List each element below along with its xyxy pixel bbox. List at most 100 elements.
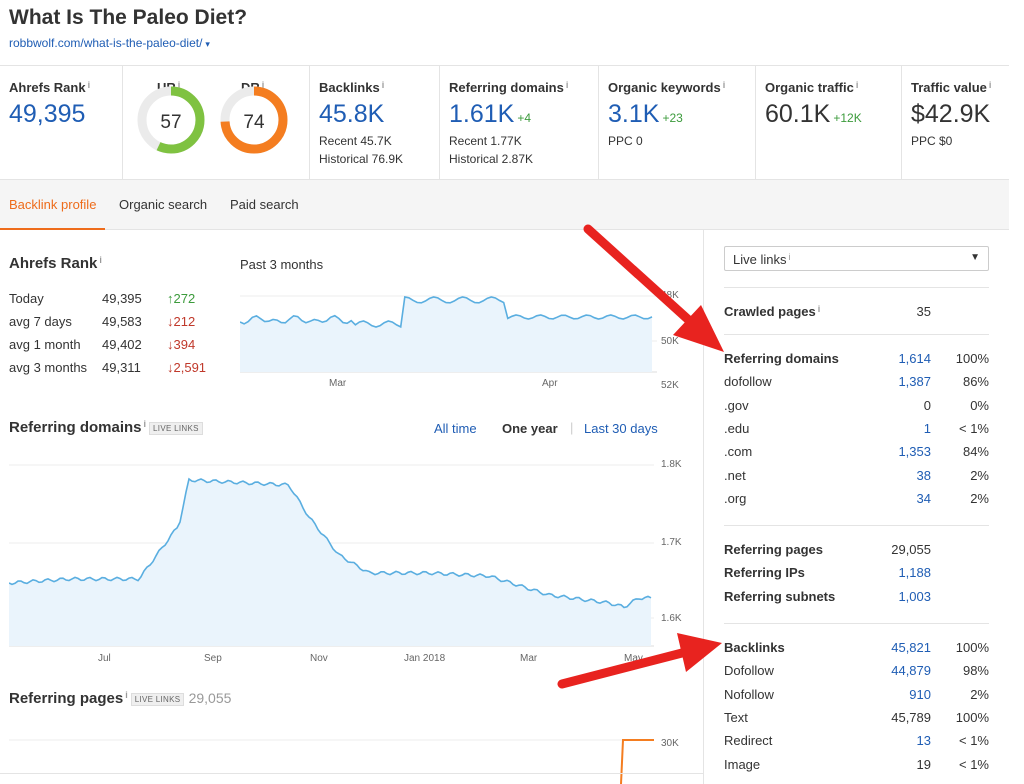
stat-value[interactable]: 910	[909, 687, 931, 702]
live-links-select[interactable]: Live links i ▼	[724, 246, 989, 271]
metrics-bar: Ahrefs Rank i 49,395 UR i DR i 57 74 Backli…	[0, 65, 1009, 180]
metric-referring-domains: Referring domains i 1.61K +4 Recent 1.77K …	[440, 66, 599, 179]
rank-row-7days: avg 7 days 49,583 ↓212	[9, 314, 229, 329]
rank-row-value: 49,395	[102, 291, 142, 306]
stat-row: Redirect 13 < 1%	[724, 733, 989, 751]
info-icon[interactable]: i	[88, 80, 91, 90]
stat-value[interactable]: 45,821	[891, 640, 931, 655]
referring-domains-area	[9, 479, 651, 646]
live-links-badge: LIVE LINKS	[149, 421, 203, 435]
info-icon[interactable]: i	[856, 80, 859, 90]
ahrefs-y-tick: 52K	[661, 380, 679, 391]
stat-value[interactable]: 1,003	[898, 589, 931, 604]
referring-domains-chart	[9, 464, 654, 647]
stat-percent: 84%	[962, 444, 989, 460]
backlinks-value[interactable]: 45.8K	[319, 100, 384, 129]
stat-row: Referring pages 29,055	[724, 542, 989, 560]
stat-value[interactable]: 38	[917, 468, 931, 483]
stat-percent: 2%	[970, 467, 989, 483]
rank-row-value: 49,583	[102, 314, 142, 329]
stat-value[interactable]: 13	[917, 733, 931, 748]
url-text[interactable]: robbwolf.com/what-is-the-paleo-diet/	[9, 36, 202, 50]
stat-row: dofollow 1,387 86%	[724, 374, 989, 392]
info-icon[interactable]: i	[989, 80, 992, 90]
organic-keywords-ppc: PPC 0	[608, 134, 643, 148]
rank-row-3months: avg 3 months 49,311 ↓2,591	[9, 360, 229, 375]
stat-label: Text	[724, 709, 748, 725]
stat-label: dofollow	[724, 374, 772, 390]
rank-row-label: avg 3 months	[9, 360, 88, 375]
rp-y-tick: 30K	[661, 738, 679, 749]
rd-x-tick: Jul	[98, 653, 111, 664]
metric-ur-dr: UR i DR i 57 74	[123, 66, 310, 179]
range-all-time[interactable]: All time	[434, 421, 477, 436]
stat-value[interactable]: 1	[924, 421, 931, 436]
stat-row: .gov 0 0%	[724, 398, 989, 416]
bottom-divider	[0, 773, 703, 774]
info-icon[interactable]: i	[382, 80, 385, 90]
rank-row-label: Today	[9, 291, 44, 306]
live-links-badge: LIVE LINKS	[130, 692, 185, 706]
rd-y-tick: 1.7K	[661, 537, 682, 548]
page-url[interactable]: robbwolf.com/what-is-the-paleo-diet/▾	[9, 36, 210, 50]
rank-row-delta: ↑272	[167, 291, 196, 306]
rd-y-tick: 1.8K	[661, 459, 682, 470]
range-one-year[interactable]: One year	[502, 421, 558, 436]
referring-domains-historical: Historical 2.87K	[449, 152, 534, 166]
metric-label: Referring domains i	[449, 80, 569, 95]
range-last-30-days[interactable]: Last 30 days	[584, 421, 658, 436]
stat-percent: 100%	[955, 640, 989, 655]
stat-value[interactable]: 1,614	[898, 351, 931, 366]
info-icon[interactable]: i	[144, 419, 147, 429]
range-separator: |	[570, 420, 574, 435]
info-icon[interactable]: i	[566, 80, 569, 90]
stat-percent: 86%	[962, 374, 989, 390]
info-icon[interactable]: i	[723, 80, 726, 90]
stat-label: .edu	[724, 420, 750, 436]
ahrefs-x-tick: Apr	[542, 378, 558, 389]
stat-row: Text 45,789 100%	[724, 710, 989, 728]
tab-paid-search[interactable]: Paid search	[230, 197, 299, 212]
referring-domains-value[interactable]: 1.61K +4	[449, 100, 531, 129]
tab-backlink-profile[interactable]: Backlink profile	[0, 197, 106, 230]
referring-pages-title: Referring pages i LIVE LINKS 29,055	[9, 690, 232, 707]
stat-value[interactable]: 34	[917, 491, 931, 506]
divider	[724, 623, 989, 624]
stat-row: Image 19 < 1%	[724, 757, 989, 775]
organic-keywords-value[interactable]: 3.1K +23	[608, 100, 683, 129]
stat-label: Backlinks	[724, 640, 785, 655]
traffic-value-value: $42.9K	[911, 100, 991, 128]
stat-value: 45,789	[891, 709, 931, 725]
stat-row: Backlinks 45,821 100%	[724, 640, 989, 658]
rd-x-tick: Mar	[520, 653, 538, 664]
info-icon[interactable]: i	[125, 690, 128, 700]
rank-row-delta: ↓2,591	[167, 360, 207, 375]
referring-pages-value: 29,055	[188, 690, 232, 706]
stat-row: .edu 1 < 1%	[724, 421, 989, 439]
rank-row-label: avg 7 days	[9, 314, 72, 329]
tab-organic-search[interactable]: Organic search	[119, 197, 207, 212]
backlinks-historical: Historical 76.9K	[319, 152, 404, 166]
info-icon[interactable]: i	[99, 255, 102, 265]
rd-x-tick: Sep	[204, 653, 222, 664]
period-label: Past 3 months	[240, 257, 324, 272]
dropdown-arrow-icon[interactable]: ▼	[970, 252, 980, 263]
rd-x-tick: May	[624, 653, 643, 664]
page-title: What Is The Paleo Diet?	[9, 6, 248, 29]
metric-traffic-value: Traffic value i $42.9K PPC $0	[902, 66, 1009, 179]
ahrefs-rank-area	[240, 297, 652, 372]
stat-label: Dofollow	[724, 663, 774, 679]
ahrefs-rank-value[interactable]: 49,395	[9, 100, 85, 129]
rank-row-value: 49,402	[102, 337, 142, 352]
url-dropdown-icon[interactable]: ▾	[205, 39, 210, 49]
metric-ahrefs-rank: Ahrefs Rank i 49,395	[0, 66, 123, 179]
stat-value[interactable]: 1,188	[898, 565, 931, 580]
rd-x-tick: Nov	[310, 653, 328, 664]
stat-row: Referring domains 1,614 100%	[724, 351, 989, 369]
stat-value[interactable]: 1,387	[898, 374, 931, 389]
stat-value[interactable]: 44,879	[891, 663, 931, 678]
info-icon: i	[817, 304, 821, 314]
metric-organic-traffic: Organic traffic i 60.1K +12K	[756, 66, 902, 179]
stat-value[interactable]: 1,353	[898, 444, 931, 459]
stat-label: Nofollow	[724, 686, 774, 702]
